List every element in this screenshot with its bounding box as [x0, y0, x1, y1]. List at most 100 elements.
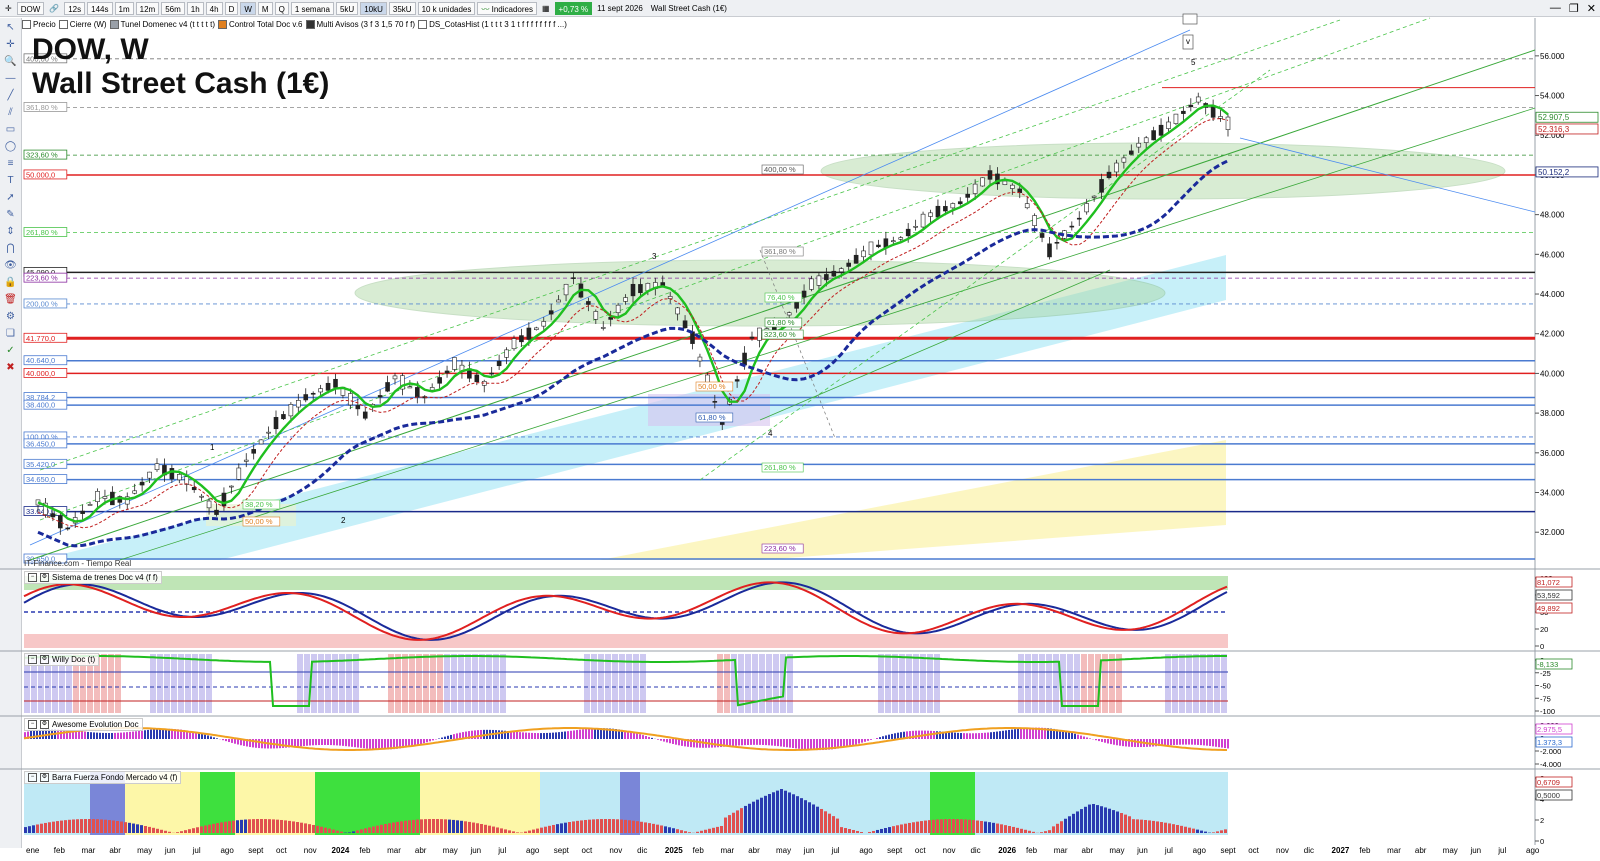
awesome-bar	[537, 733, 539, 739]
collapse-icon[interactable]: −	[28, 655, 37, 664]
force-bar	[836, 818, 839, 833]
force-bar	[248, 819, 251, 833]
candle-body	[682, 320, 688, 329]
force-bar	[1196, 829, 1199, 833]
price-chart[interactable]: 400,00 %361,80 %323,60 %50.000,0261,80 %…	[0, 0, 1600, 861]
settings-icon[interactable]: ⚙	[40, 720, 49, 729]
awesome-bar	[771, 739, 773, 746]
force-bar	[1108, 808, 1111, 833]
force-bar	[372, 826, 375, 833]
awesome-bar	[738, 739, 740, 746]
awesome-bar	[294, 739, 296, 747]
force-bar	[640, 821, 643, 833]
force-bar	[676, 829, 679, 833]
willy-bar	[906, 654, 912, 713]
awesome-bar	[141, 730, 143, 739]
awesome-bar	[546, 732, 548, 739]
candle-body	[362, 411, 368, 419]
settings-icon[interactable]: ⚙	[40, 655, 49, 664]
collapse-icon[interactable]: −	[28, 573, 37, 582]
force-bar	[772, 792, 775, 833]
force-bar	[168, 831, 171, 833]
willy-bar	[584, 654, 590, 713]
willy-bar	[430, 654, 436, 713]
candle-body	[1143, 137, 1149, 143]
force-bar	[276, 819, 279, 833]
willy-bar	[535, 654, 541, 713]
awesome-bar	[1170, 739, 1172, 746]
settings-icon[interactable]: ⚙	[40, 773, 49, 782]
awesome-bar	[933, 731, 935, 739]
willy-bar	[255, 654, 261, 713]
awesome-bar	[102, 732, 104, 739]
force-bar	[1212, 832, 1215, 833]
candle-body	[310, 392, 316, 395]
force-bar	[1160, 822, 1163, 833]
force-bar	[256, 819, 259, 833]
awesome-bar	[855, 739, 857, 745]
candle-body	[615, 304, 621, 313]
willy-bar	[290, 654, 296, 713]
awesome-bar	[762, 739, 764, 745]
awesome-bar	[588, 728, 590, 739]
force-bar	[1176, 824, 1179, 833]
force-bar	[532, 829, 535, 833]
panel-header[interactable]: − ⚙ Sistema de trenes Doc v4 (f f)	[24, 571, 162, 584]
panel-header[interactable]: − ⚙ Awesome Evolution Doc	[24, 718, 143, 731]
force-bar	[400, 821, 403, 833]
awesome-bar	[1137, 739, 1139, 748]
awesome-bar	[777, 739, 779, 747]
force-bar	[60, 820, 63, 833]
settings-icon[interactable]: ⚙	[40, 573, 49, 582]
panel-axis-label: 0	[1540, 837, 1544, 846]
awesome-bar	[1017, 728, 1019, 739]
awesome-bar	[804, 739, 806, 750]
awesome-bar	[312, 739, 314, 746]
force-bar	[724, 817, 727, 833]
force-bar	[696, 831, 699, 833]
force-bar	[1220, 830, 1223, 833]
willy-bar	[773, 654, 779, 713]
candle-body	[1010, 184, 1015, 189]
time-axis-label: nov	[609, 846, 623, 855]
price-tick-label: 44.000	[1540, 290, 1565, 299]
awesome-bar	[993, 731, 995, 739]
collapse-icon[interactable]: −	[28, 720, 37, 729]
force-bar	[508, 830, 511, 833]
awesome-bar	[453, 734, 455, 739]
willy-bar	[955, 654, 961, 713]
candle-body	[296, 400, 301, 408]
awesome-bar	[891, 733, 893, 739]
collapse-icon[interactable]: −	[28, 773, 37, 782]
force-bar	[1044, 831, 1047, 833]
force-bar	[1092, 803, 1095, 833]
force-bar	[1120, 813, 1123, 833]
force-bar	[912, 822, 915, 833]
awesome-bar	[78, 731, 80, 739]
awesome-bar	[666, 739, 668, 743]
panel-header[interactable]: − ⚙ Willy Doc (t)	[24, 653, 100, 666]
panel-header[interactable]: − ⚙ Barra Fuerza Fondo Mercado v4 (f)	[24, 771, 182, 784]
awesome-bar	[582, 729, 584, 739]
force-bar	[484, 824, 487, 833]
time-axis-label: may	[442, 846, 458, 855]
wave-label: v	[1186, 37, 1190, 46]
awesome-bar	[225, 739, 227, 742]
force-bar	[804, 800, 807, 833]
willy-bar	[1186, 654, 1192, 713]
awesome-bar	[369, 739, 371, 749]
awesome-bar	[525, 732, 527, 739]
force-bar	[56, 821, 59, 833]
fib-label: 261,80 %	[764, 463, 796, 472]
willy-bar	[1179, 654, 1185, 713]
awesome-bar	[642, 735, 644, 739]
force-bar	[492, 826, 495, 833]
level-tag-label: 223,60 %	[26, 274, 58, 283]
time-axis-label: may	[1442, 846, 1458, 855]
time-axis-label: jun	[803, 846, 815, 855]
force-bar	[1136, 819, 1139, 833]
force-bar	[760, 797, 763, 833]
force-bar	[404, 820, 407, 833]
awesome-bar	[963, 733, 965, 739]
force-bar	[768, 794, 771, 833]
